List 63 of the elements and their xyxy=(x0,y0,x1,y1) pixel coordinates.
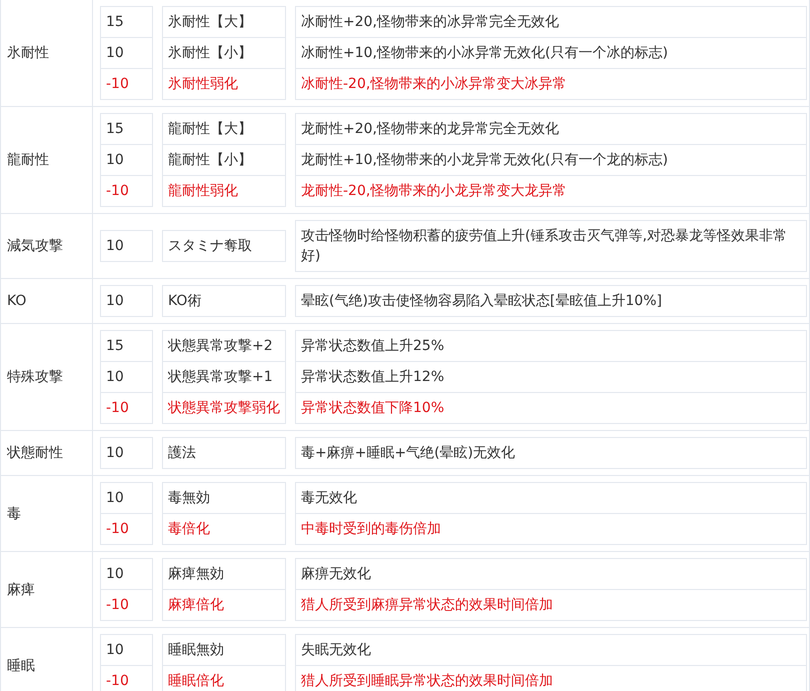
points-cell-text: 10 xyxy=(105,237,125,256)
description-cell-text: 毒无效化 xyxy=(300,489,358,508)
points-cell: -10 xyxy=(101,513,152,544)
skill-name-cell: 状態異常攻撃弱化 xyxy=(163,392,285,423)
description-cell-text: 毒+麻痹+睡眠+气绝(晕眩)无效化 xyxy=(300,444,516,463)
skill-name-cell-text: 龍耐性【大】 xyxy=(167,120,253,139)
skill-name-cell-text: 睡眠無効 xyxy=(167,641,225,660)
skill-name-cell-text: 毒無効 xyxy=(167,489,211,508)
skill-group-cell: 減気攻撃 xyxy=(1,214,93,278)
points-cell: 10 xyxy=(101,37,152,68)
skill-name-cell-text: 氷耐性【大】 xyxy=(167,13,253,32)
description-cell-text: 晕眩(气绝)攻击使怪物容易陷入晕眩状态[晕眩值上升10%] xyxy=(300,292,663,311)
description-cell-text: 失眠无效化 xyxy=(300,641,372,660)
description-cell-text: 冰耐性+20,怪物带来的冰异常完全无效化 xyxy=(300,13,560,32)
skill-group-cell: 麻痺 xyxy=(1,552,93,627)
description-cell: 龙耐性+10,怪物带来的小龙异常无效化(只有一个龙的标志) xyxy=(296,144,806,175)
points-cell: 10 xyxy=(101,361,152,392)
points-cell: 10 xyxy=(101,144,152,175)
points-cell: -10 xyxy=(101,392,152,423)
points-cell: -10 xyxy=(101,175,152,206)
description-cell: 冰耐性-20,怪物带来的小冰异常变大冰异常 xyxy=(296,68,806,99)
description-cell-text: 麻痹无效化 xyxy=(300,565,372,584)
skill-group-cell: 氷耐性 xyxy=(1,0,93,106)
skill-name-cell: 毒倍化 xyxy=(163,513,285,544)
skill-name-cell: 氷耐性弱化 xyxy=(163,68,285,99)
skill-name-cell: 氷耐性【小】 xyxy=(163,37,285,68)
skill-name-cell: 睡眠倍化 xyxy=(163,665,285,691)
skill-group-cell: KO xyxy=(1,279,93,323)
skill-name-cell: 龍耐性【小】 xyxy=(163,144,285,175)
skill-name-cell: 麻痺倍化 xyxy=(163,589,285,620)
skill-name-cell-text: KO術 xyxy=(167,292,202,311)
skill-name-cell-text: 状態異常攻撃+2 xyxy=(167,337,274,356)
description-cell: 龙耐性-20,怪物带来的小龙异常变大龙异常 xyxy=(296,175,806,206)
skill-group-cell: 特殊攻撃 xyxy=(1,324,93,430)
skill-name-cell-text: スタミナ奪取 xyxy=(167,237,253,256)
skill-group-cell: 睡眠 xyxy=(1,628,93,691)
description-cell-text: 异常状态数值上升25% xyxy=(300,337,446,356)
points-cell-text: 10 xyxy=(105,641,125,660)
skill-name-cell: 状態異常攻撃+1 xyxy=(163,361,285,392)
skill-name-cell: 龍耐性弱化 xyxy=(163,175,285,206)
description-cell-text: 攻击怪物时给怪物积蓄的疲劳值上升(锤系攻击灭气弹等,对恐暴龙等怪效果非常好) xyxy=(300,227,788,266)
description-cell-text: 龙耐性+20,怪物带来的龙异常完全无效化 xyxy=(300,120,560,139)
points-cell-text: 10 xyxy=(105,292,125,311)
points-cell: -10 xyxy=(101,589,152,620)
description-cell: 猎人所受到睡眠异常状态的效果时间倍加 xyxy=(296,665,806,691)
points-cell-text: 15 xyxy=(105,120,125,139)
description-cell: 猎人所受到麻痹异常状态的效果时间倍加 xyxy=(296,589,806,620)
points-cell-text: 10 xyxy=(105,565,125,584)
description-cell: 冰耐性+10,怪物带来的小冰异常无效化(只有一个冰的标志) xyxy=(296,37,806,68)
skill-name-cell-text: 麻痺無効 xyxy=(167,565,225,584)
points-cell-text: 15 xyxy=(105,13,125,32)
points-cell-text: 10 xyxy=(105,489,125,508)
points-cell-text: 15 xyxy=(105,337,125,356)
points-cell: -10 xyxy=(101,665,152,691)
description-cell: 异常状态数值下降10% xyxy=(296,392,806,423)
skill-group-cell: 毒 xyxy=(1,476,93,551)
skill-group-cell: 状態耐性 xyxy=(1,431,93,475)
description-cell: 异常状态数值上升12% xyxy=(296,361,806,392)
skill-name-cell-text: 護法 xyxy=(167,444,197,463)
skill-group-cell: 龍耐性 xyxy=(1,107,93,213)
description-cell: 中毒时受到的毒伤倍加 xyxy=(296,513,806,544)
points-cell: -10 xyxy=(101,68,152,99)
points-cell-text: 10 xyxy=(105,444,125,463)
